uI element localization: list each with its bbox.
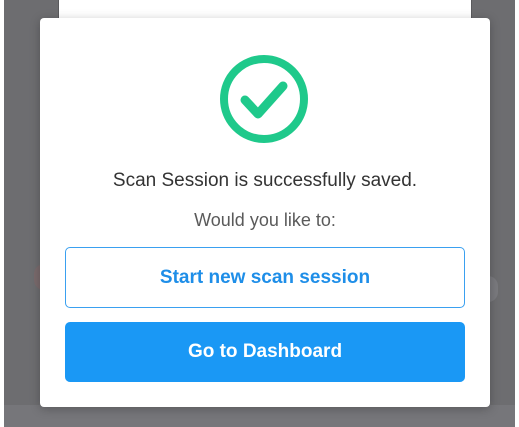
background-footer (4, 405, 515, 427)
save-success-dialog: Scan Session is successfully saved. Woul… (40, 18, 490, 407)
success-message: Scan Session is successfully saved. (112, 170, 418, 191)
go-to-dashboard-button[interactable]: Go to Dashboard (65, 322, 465, 382)
check-circle-icon (218, 53, 310, 145)
action-prompt: Would you like to: (194, 210, 336, 230)
start-new-scan-session-button[interactable]: Start new scan session (65, 247, 465, 308)
